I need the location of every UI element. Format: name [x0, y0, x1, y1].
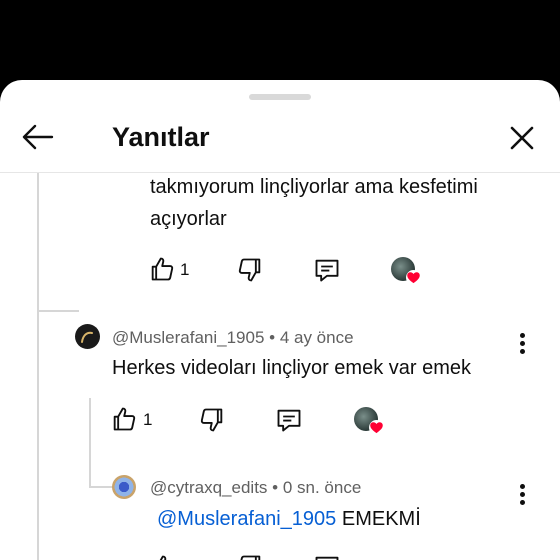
- close-icon[interactable]: [504, 120, 540, 156]
- thread-line-sub: [89, 398, 91, 488]
- more-options-icon[interactable]: [510, 329, 534, 359]
- comment-text: takmıyorum linçliyorlar ama kesfetimi: [150, 176, 478, 198]
- like-icon[interactable]: [110, 405, 138, 433]
- avatar[interactable]: [75, 324, 100, 349]
- thread-connector-comment3: [89, 486, 113, 488]
- drag-handle[interactable]: [249, 94, 311, 100]
- comment-text: açıyorlar: [150, 208, 227, 230]
- like-icon[interactable]: [148, 255, 176, 283]
- like-count: 1: [180, 260, 190, 279]
- reply-icon[interactable]: [313, 553, 341, 560]
- comment-text: Herkes videoları linçliyor emek var emek: [112, 357, 472, 379]
- comment-time: 4 ay önce: [279, 328, 354, 347]
- comment-time: 0 sn. önce: [282, 478, 362, 497]
- dislike-icon[interactable]: [236, 553, 264, 560]
- back-arrow-icon[interactable]: [18, 120, 58, 154]
- comment-body: EMEKMİ: [341, 508, 421, 530]
- dislike-icon[interactable]: [198, 406, 226, 434]
- reply-icon[interactable]: [313, 256, 341, 284]
- comment-text: @Muslerafani_1905 EMEKMİ: [157, 503, 421, 535]
- avatar[interactable]: [112, 475, 136, 499]
- like-count: 1: [143, 410, 153, 429]
- comment-meta: @Muslerafani_1905 • 4 ay önce: [112, 326, 354, 350]
- mention-link[interactable]: @Muslerafani_1905: [157, 508, 336, 530]
- comment-author[interactable]: @cytraxq_edits: [150, 478, 267, 497]
- meta-separator: •: [272, 478, 283, 497]
- like-icon[interactable]: [150, 553, 178, 560]
- thread-connector-comment2: [37, 310, 79, 312]
- heart-icon: [406, 270, 421, 285]
- comment-author[interactable]: @Muslerafani_1905: [112, 328, 264, 347]
- page-title: Yanıtlar: [112, 122, 210, 152]
- reply-icon[interactable]: [275, 406, 303, 434]
- comment-meta: @cytraxq_edits • 0 sn. önce: [150, 476, 361, 500]
- dislike-icon[interactable]: [236, 256, 264, 284]
- replies-sheet: Yanıtlar takmıyorum linçliyorlar ama kes…: [0, 80, 560, 560]
- sheet-header: Yanıtlar: [0, 102, 560, 172]
- heart-icon: [369, 420, 384, 435]
- meta-separator: •: [269, 328, 280, 347]
- more-options-icon[interactable]: [510, 480, 534, 510]
- thread-line-main: [37, 173, 39, 560]
